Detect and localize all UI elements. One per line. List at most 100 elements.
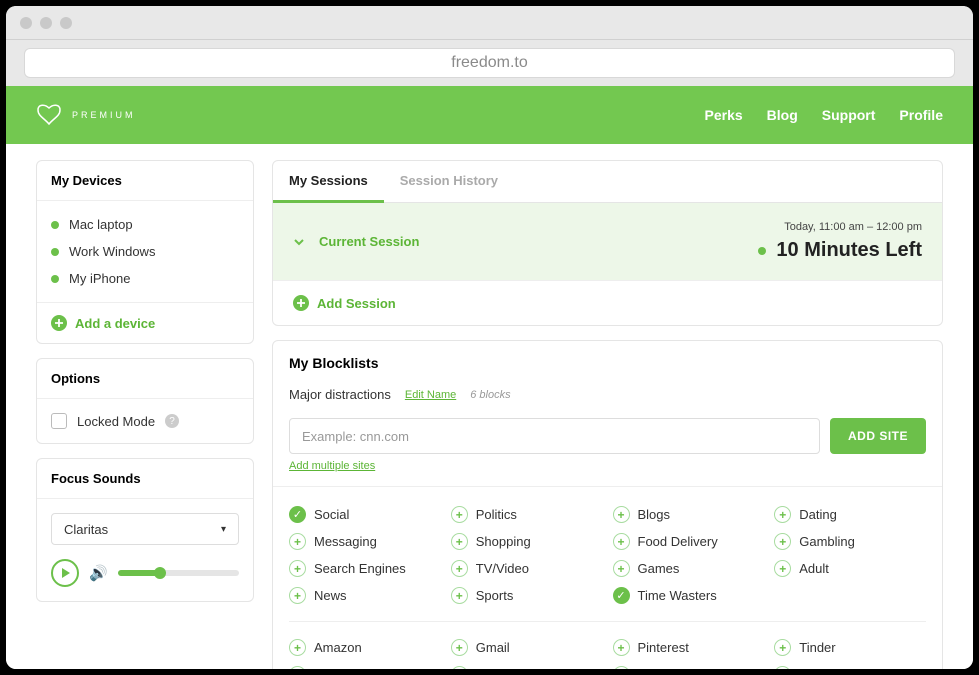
category-item[interactable]: +Food Delivery [613, 530, 765, 553]
plus-icon: + [451, 560, 468, 577]
blocklists-card: My Blocklists Major distractions Edit Na… [272, 340, 943, 669]
help-icon[interactable]: ? [165, 414, 179, 428]
sounds-card: Focus Sounds Claritas ▾ 🔊 [36, 458, 254, 602]
category-item[interactable]: +Gmail [451, 636, 603, 659]
plus-icon: + [613, 560, 630, 577]
main-content: My Devices Mac laptop Work Windows My iP… [6, 144, 973, 669]
category-item[interactable]: +Tumblr [774, 663, 926, 669]
category-item[interactable]: +Pinterest [613, 636, 765, 659]
session-time-range: Today, 11:00 am – 12:00 pm [758, 221, 922, 233]
locked-mode-checkbox[interactable] [51, 413, 67, 429]
category-item[interactable]: +Amazon [289, 636, 441, 659]
devices-title: My Devices [37, 161, 253, 201]
category-item[interactable]: +Gambling [774, 530, 926, 553]
add-multiple-link[interactable]: Add multiple sites [273, 454, 942, 486]
slider-thumb[interactable] [154, 567, 166, 579]
locked-mode-label: Locked Mode [77, 414, 155, 429]
plus-circle-icon [51, 315, 67, 331]
main-panel: My Sessions Session History Current Sess… [272, 160, 943, 653]
maximize-icon[interactable] [60, 17, 72, 29]
edit-name-link[interactable]: Edit Name [405, 389, 456, 401]
category-item[interactable]: +Search Engines [289, 557, 441, 580]
current-session-label: Current Session [319, 234, 419, 249]
category-item[interactable]: +Blogs [613, 503, 765, 526]
category-item[interactable]: ✓Time Wasters [613, 584, 765, 607]
blocklists-title: My Blocklists [289, 355, 926, 371]
nav-support[interactable]: Support [822, 107, 876, 123]
category-item[interactable]: +Adult [774, 557, 926, 580]
categories-grid: ✓Social +Politics +Blogs +Dating +Messaging +… [289, 495, 926, 615]
plus-icon: + [451, 587, 468, 604]
category-item[interactable]: +Reddit [613, 663, 765, 669]
options-card: Options Locked Mode ? [36, 358, 254, 444]
session-remaining: 10 Minutes Left [758, 239, 922, 262]
current-session-row[interactable]: Current Session Today, 11:00 am – 12:00 … [273, 203, 942, 280]
chevron-down-icon: ▾ [221, 524, 226, 535]
category-item[interactable]: +Messaging [289, 530, 441, 553]
category-item[interactable]: +Sports [451, 584, 603, 607]
plus-icon: + [774, 639, 791, 656]
volume-icon[interactable]: 🔊 [89, 564, 108, 582]
nav-profile[interactable]: Profile [899, 107, 943, 123]
minimize-icon[interactable] [40, 17, 52, 29]
plus-icon: + [289, 587, 306, 604]
nav: Perks Blog Support Profile [705, 107, 944, 123]
add-device-button[interactable]: Add a device [37, 302, 253, 343]
plus-icon: + [774, 533, 791, 550]
play-button[interactable] [51, 559, 79, 587]
nav-blog[interactable]: Blog [767, 107, 798, 123]
device-item[interactable]: My iPhone [51, 265, 239, 292]
sidebar: My Devices Mac laptop Work Windows My iP… [36, 160, 254, 653]
plus-icon: + [774, 506, 791, 523]
category-item[interactable]: +Politics [451, 503, 603, 526]
tab-session-history[interactable]: Session History [384, 161, 514, 202]
category-item[interactable]: +TV/Video [451, 557, 603, 580]
browser-window: freedom.to PREMIUM Perks Blog Support Pr… [6, 6, 973, 669]
category-item[interactable]: +Instagram [451, 663, 603, 669]
plus-icon: + [613, 506, 630, 523]
add-session-button[interactable]: Add Session [273, 280, 942, 325]
app-header: PREMIUM Perks Blog Support Profile [6, 86, 973, 144]
check-icon: ✓ [613, 587, 630, 604]
device-item[interactable]: Work Windows [51, 238, 239, 265]
status-dot-icon [51, 248, 59, 256]
status-dot-icon [51, 221, 59, 229]
plus-icon: + [774, 666, 791, 669]
category-item[interactable]: +Apple News [289, 663, 441, 669]
volume-slider[interactable] [118, 570, 239, 576]
add-site-button[interactable]: ADD SITE [830, 418, 926, 454]
nav-perks[interactable]: Perks [705, 107, 743, 123]
plus-icon: + [613, 666, 630, 669]
plus-icon: + [289, 639, 306, 656]
plus-icon: + [774, 560, 791, 577]
logo[interactable]: PREMIUM [36, 104, 136, 126]
category-item[interactable]: +Dating [774, 503, 926, 526]
plus-icon: + [613, 533, 630, 550]
plus-icon: + [451, 666, 468, 669]
category-item[interactable]: +Games [613, 557, 765, 580]
butterfly-icon [36, 104, 62, 126]
category-item[interactable]: +Shopping [451, 530, 603, 553]
status-dot-icon [51, 275, 59, 283]
logo-text: PREMIUM [72, 110, 136, 120]
plus-icon: + [289, 560, 306, 577]
category-item[interactable]: ✓Social [289, 503, 441, 526]
category-item[interactable]: +News [289, 584, 441, 607]
plus-icon: + [289, 666, 306, 669]
site-url-input[interactable]: Example: cnn.com [289, 418, 820, 454]
devices-card: My Devices Mac laptop Work Windows My iP… [36, 160, 254, 344]
plus-icon: + [613, 639, 630, 656]
devices-list: Mac laptop Work Windows My iPhone [37, 201, 253, 302]
audio-player: 🔊 [51, 559, 239, 587]
sound-select[interactable]: Claritas ▾ [51, 513, 239, 545]
play-icon [62, 568, 70, 578]
category-item[interactable]: +Tinder [774, 636, 926, 659]
device-item[interactable]: Mac laptop [51, 211, 239, 238]
plus-circle-icon [293, 295, 309, 311]
url-input[interactable]: freedom.to [24, 48, 955, 78]
tab-my-sessions[interactable]: My Sessions [273, 161, 384, 203]
status-dot-icon [758, 247, 766, 255]
close-icon[interactable] [20, 17, 32, 29]
plus-icon: + [451, 506, 468, 523]
titlebar [6, 6, 973, 40]
